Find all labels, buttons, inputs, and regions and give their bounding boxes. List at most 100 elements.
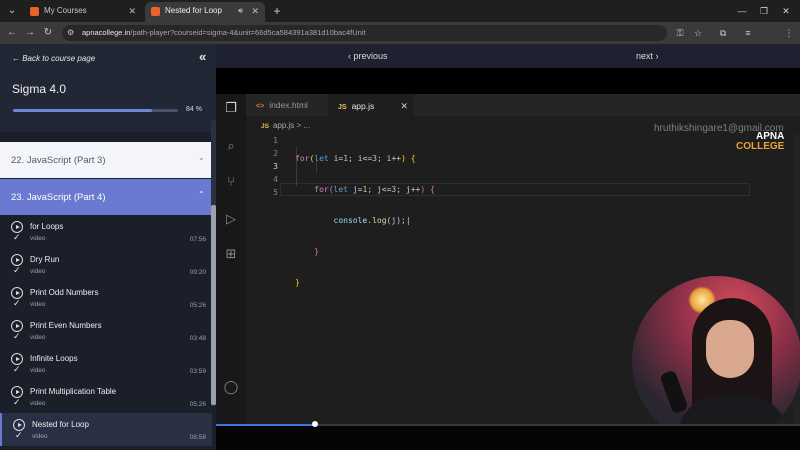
extensions-icon[interactable]: ⧉ (715, 25, 731, 41)
editor-tabs: <> index.html JS app.js ✕ (246, 94, 800, 116)
lesson-type: video (30, 400, 46, 407)
close-tab-icon[interactable]: ✕ (128, 2, 136, 20)
check-icon: ✓ (13, 232, 21, 242)
line-number: 5 (273, 188, 278, 197)
lesson-type: video (30, 268, 46, 275)
address-bar[interactable]: ⚙ apnacollege.in/path-player?courseid=si… (62, 25, 667, 41)
search-icon: ⌕ (227, 138, 235, 153)
lesson-title: Print Even Numbers (30, 321, 102, 330)
more-menu-icon[interactable]: ⋮ (781, 25, 797, 41)
code-editor: for(let i=1; i<=3; i++) { for(let j=1; j… (295, 134, 435, 307)
lesson-type: video (30, 301, 46, 308)
screen: ⌄ My Courses ✕ Nested for Loop 🔊︎ ✕ + — … (0, 0, 800, 450)
lesson-type: video (32, 433, 48, 440)
webcam-person-face (706, 320, 754, 378)
activity-bar: ❐ ⌕ ⑂ ▷ ⊞ ◯ (216, 94, 246, 424)
player-nav-bar: ‹ previous next › (216, 44, 800, 68)
lesson-title: Print Multiplication Table (30, 387, 117, 396)
lesson-duration: 08:58 (189, 434, 206, 441)
back-to-course-link[interactable]: ← Back to course page (12, 54, 95, 63)
html-file-icon: <> (256, 103, 265, 110)
line-numbers: 1 2 3 4 5 (264, 134, 278, 199)
site-info-icon[interactable]: ⚙ (67, 25, 74, 41)
browser-toolbar: ← → ↻ ⚙ apnacollege.in/path-player?cours… (0, 22, 800, 61)
check-icon: ✓ (13, 397, 21, 407)
close-editor-tab-icon: ✕ (400, 101, 408, 111)
section-label: 22. JavaScript (Part 3) (11, 155, 106, 166)
editor-breadcrumb: JS app.js > ... (261, 121, 311, 130)
lesson-item[interactable]: ✓ Print Even Numbers video 03:48 (0, 314, 212, 347)
url-text: apnacollege.in/path-player?courseid=sigm… (82, 28, 366, 37)
password-key-icon[interactable]: ⚿ (672, 25, 688, 41)
lesson-duration: 07:56 (189, 236, 206, 243)
editor-tab-label: app.js (351, 101, 375, 111)
previous-button[interactable]: ‹ previous (348, 51, 388, 61)
line-number: 4 (273, 175, 278, 184)
course-title: Sigma 4.0 (12, 82, 67, 96)
check-icon: ✓ (13, 331, 21, 341)
check-icon: ✓ (13, 364, 21, 374)
apna-college-logo: APNA COLLEGE (736, 132, 784, 152)
course-header: ← Back to course page « Sigma 4.0 84 % (0, 44, 216, 132)
bookmark-star-icon[interactable]: ☆ (690, 25, 706, 41)
next-button[interactable]: next › (636, 51, 659, 61)
section-label: 23. JavaScript (Part 4) (11, 192, 106, 203)
lesson-item[interactable]: ✓ for Loops video 07:56 (0, 215, 212, 248)
section-javascript-part-3[interactable]: 22. JavaScript (Part 3) ⌄ (0, 142, 212, 178)
site-favicon-icon (151, 7, 160, 16)
new-tab-icon[interactable]: + (270, 3, 284, 19)
lesson-duration: 09:20 (189, 269, 206, 276)
lesson-item[interactable]: ✓ Print Multiplication Table video 05:26 (0, 380, 212, 413)
editor-tab-app-js: JS app.js ✕ (328, 94, 414, 116)
tab-label: My Courses (44, 6, 87, 15)
lesson-type: video (30, 334, 46, 341)
browser-tab-my-courses[interactable]: My Courses ✕ (24, 2, 142, 22)
close-tab-icon[interactable]: ✕ (251, 2, 259, 20)
lesson-duration: 05:26 (189, 401, 206, 408)
forward-icon[interactable]: → (22, 25, 38, 41)
browser-tab-nested-for-loop[interactable]: Nested for Loop 🔊︎ ✕ (145, 2, 265, 22)
extensions-icon: ⊞ (225, 246, 237, 261)
speaker-icon[interactable]: 🔊︎ (238, 2, 243, 20)
js-file-icon: JS (338, 104, 347, 111)
lesson-duration: 03:48 (189, 335, 206, 342)
lesson-item[interactable]: ✓ Infinite Loops video 03:59 (0, 347, 212, 380)
section-javascript-part-4[interactable]: 23. JavaScript (Part 4) ⌃ (0, 179, 212, 215)
lesson-title: Dry Run (30, 255, 60, 264)
instructor-webcam (632, 276, 800, 446)
lesson-item-current[interactable]: ✓ Nested for Loop video 08:58 (0, 413, 212, 446)
tab-search-icon[interactable]: ⌄ (4, 3, 20, 19)
lesson-title: Infinite Loops (30, 354, 78, 363)
tab-label: Nested for Loop (165, 6, 222, 15)
lesson-title: for Loops (30, 222, 64, 231)
chevron-down-icon: ⌄ (198, 153, 205, 162)
code-line-3: console.log(j);| (333, 216, 411, 225)
site-favicon-icon (30, 7, 39, 16)
line-number: 1 (273, 136, 278, 145)
close-window-icon[interactable]: ✕ (776, 3, 796, 19)
lesson-duration: 05:26 (189, 302, 206, 309)
back-icon[interactable]: ← (4, 25, 20, 41)
video-progress-fill (216, 424, 316, 426)
media-control-icon[interactable]: ≡ (740, 25, 756, 41)
code-line-2: for(let j=1; j<=3; j++) { (314, 185, 435, 194)
minimize-icon[interactable]: — (732, 3, 752, 19)
explorer-icon: ❐ (225, 100, 237, 115)
lesson-title: Print Odd Numbers (30, 288, 99, 297)
course-progress-bar (13, 109, 178, 112)
lesson-item[interactable]: ✓ Dry Run video 09:20 (0, 248, 212, 281)
restore-icon[interactable]: ❐ (754, 3, 774, 19)
editor-tab-label: index.html (269, 100, 308, 110)
line-number: 2 (273, 149, 278, 158)
collapse-sidebar-icon[interactable]: « (199, 49, 206, 64)
account-icon: ◯ (223, 379, 239, 394)
run-debug-icon: ▷ (226, 211, 236, 226)
video-progress-knob[interactable] (312, 421, 319, 427)
code-line-4: } (314, 247, 320, 256)
lesson-item[interactable]: ✓ Print Odd Numbers video 05:26 (0, 281, 212, 314)
logo-line: COLLEGE (736, 141, 785, 152)
lesson-type: video (30, 367, 46, 374)
video-player[interactable]: ❐ ⌕ ⑂ ▷ ⊞ ◯ <> index.html JS app.js ✕ JS ap… (216, 68, 800, 450)
editor-tab-index-html: <> index.html (246, 94, 328, 116)
reload-icon[interactable]: ↻ (40, 25, 56, 41)
